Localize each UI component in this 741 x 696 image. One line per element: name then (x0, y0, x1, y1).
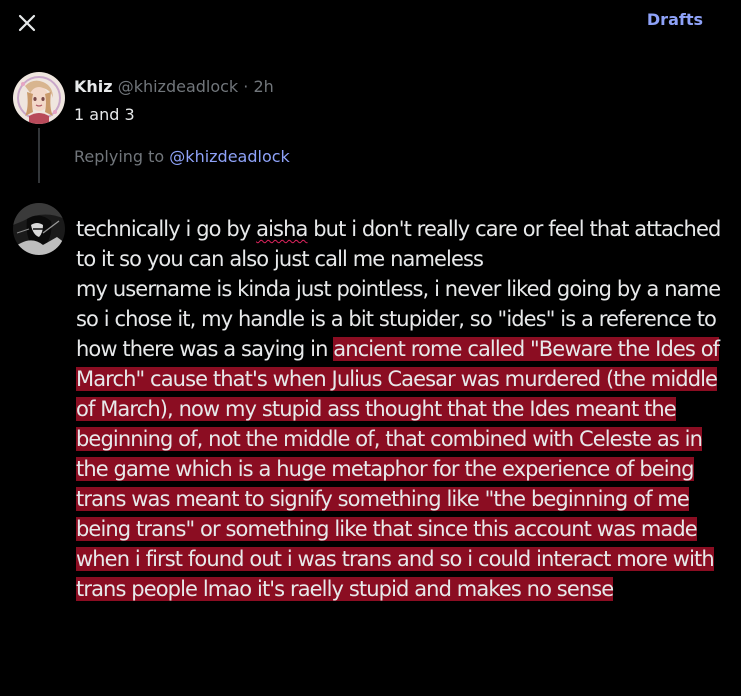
replying-to-prefix: Replying to (74, 147, 170, 166)
reply-avatar[interactable] (13, 203, 65, 255)
composer-paragraph-2: my username is kinda just pointless, i n… (76, 274, 726, 604)
close-button[interactable] (10, 6, 44, 40)
parent-tweet-time[interactable]: 2h (253, 77, 273, 96)
close-icon (18, 14, 36, 32)
misspelled-word[interactable]: aisha (256, 217, 308, 241)
parent-tweet-text: 1 and 3 (74, 105, 135, 124)
drafts-button[interactable]: Drafts (647, 10, 703, 30)
text-run: technically i go by (76, 217, 257, 241)
parent-author-handle[interactable]: @khizdeadlock (118, 77, 239, 96)
over-limit-highlight: ancient rome called "Beware the Ides of … (76, 337, 720, 601)
parent-author-name[interactable]: Khiz (74, 77, 113, 96)
replying-to-mention[interactable]: @khizdeadlock (169, 147, 290, 166)
composer-paragraph-1: technically i go by aisha but i don't re… (76, 214, 726, 274)
meta-separator: · (238, 77, 254, 96)
thread-line (38, 128, 40, 183)
parent-tweet-header: Khiz @khizdeadlock · 2h (74, 76, 274, 98)
reply-composer[interactable]: technically i go by aisha but i don't re… (76, 214, 726, 604)
replying-to: Replying to @khizdeadlock (74, 146, 290, 168)
parent-avatar[interactable] (13, 72, 65, 124)
